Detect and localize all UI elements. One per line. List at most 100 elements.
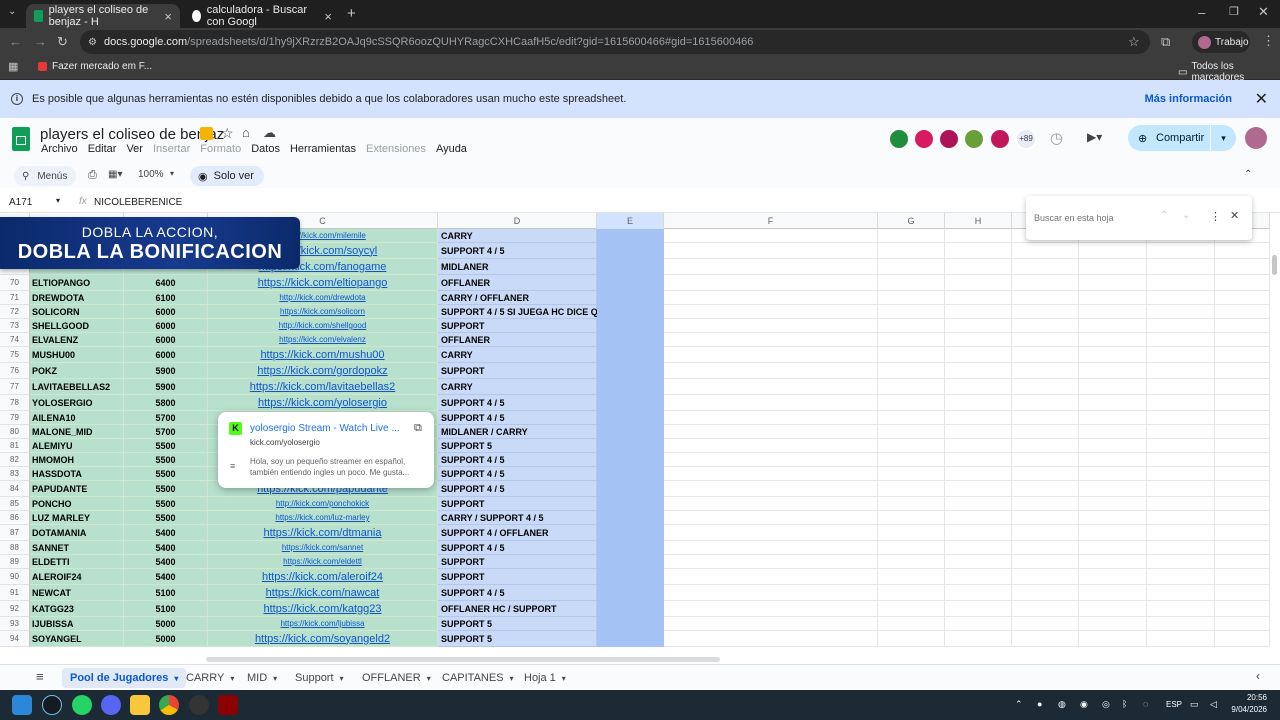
column-e-cell[interactable] xyxy=(597,511,664,525)
role-cell[interactable]: OFFLANER xyxy=(438,275,597,291)
empty-cell[interactable] xyxy=(1215,395,1270,411)
empty-cell[interactable] xyxy=(878,525,945,541)
empty-cell[interactable] xyxy=(1215,617,1270,631)
empty-cell[interactable] xyxy=(1147,395,1215,411)
empty-cell[interactable] xyxy=(878,395,945,411)
empty-cell[interactable] xyxy=(878,631,945,647)
file-explorer-icon[interactable] xyxy=(130,695,150,715)
channel-link-cell[interactable]: https://kick.com/sannet xyxy=(208,541,438,555)
channel-link-cell[interactable]: http://kick.com/shellgood xyxy=(208,319,438,333)
close-window-icon[interactable]: ✕ xyxy=(1258,4,1269,20)
channel-link-cell[interactable]: https://kick.com/katgg23 xyxy=(208,601,438,617)
column-e-cell[interactable] xyxy=(597,395,664,411)
name-box[interactable]: A171 xyxy=(9,197,32,208)
menu-archivo[interactable]: Archivo xyxy=(41,143,78,155)
row-number[interactable]: 93 xyxy=(0,617,30,631)
discord-icon[interactable] xyxy=(101,695,121,715)
column-e-cell[interactable] xyxy=(597,347,664,363)
column-e-cell[interactable] xyxy=(597,453,664,467)
role-cell[interactable]: CARRY xyxy=(438,347,597,363)
empty-cell[interactable] xyxy=(878,617,945,631)
copy-link-icon[interactable]: ⧉ xyxy=(414,422,422,435)
link-preview-card[interactable]: K yolosergio Stream - Watch Live ... ⧉ k… xyxy=(218,412,434,488)
empty-cell[interactable] xyxy=(1012,347,1079,363)
back-icon[interactable]: ← xyxy=(9,34,22,49)
row-number[interactable]: 79 xyxy=(0,411,30,425)
empty-cell[interactable] xyxy=(1147,259,1215,275)
row-number[interactable]: 83 xyxy=(0,467,30,481)
empty-cell[interactable] xyxy=(945,363,1012,379)
empty-cell[interactable] xyxy=(945,243,1012,259)
collaborator-avatar[interactable] xyxy=(938,128,960,150)
role-cell[interactable]: SUPPORT 5 xyxy=(438,439,597,453)
sheet-tab-hoja-1[interactable]: Hoja 1 ▾ xyxy=(516,668,574,688)
channel-link-cell[interactable]: http://kick.com/ponchokick xyxy=(208,497,438,511)
empty-cell[interactable] xyxy=(1215,347,1270,363)
column-e-cell[interactable] xyxy=(597,601,664,617)
role-cell[interactable]: MIDLANER / CARRY xyxy=(438,425,597,439)
browser-tab-google[interactable]: calculadora - Buscar con Googl × xyxy=(184,4,340,28)
sheet-tab-support[interactable]: Support ▾ xyxy=(287,668,352,688)
empty-cell[interactable] xyxy=(1012,305,1079,319)
role-cell[interactable]: SUPPORT 4 / 5 xyxy=(438,411,597,425)
empty-cell[interactable] xyxy=(1079,601,1147,617)
column-e-cell[interactable] xyxy=(597,333,664,347)
empty-cell[interactable] xyxy=(664,511,878,525)
empty-cell[interactable] xyxy=(1079,411,1147,425)
role-cell[interactable]: SUPPORT 4 / 5 xyxy=(438,467,597,481)
role-cell[interactable]: CARRY xyxy=(438,229,597,243)
player-name-cell[interactable]: ALEMIYU xyxy=(30,439,124,453)
mmr-cell[interactable]: 5400 xyxy=(124,569,208,585)
player-name-cell[interactable]: ALEROIF24 xyxy=(30,569,124,585)
empty-cell[interactable] xyxy=(1147,601,1215,617)
empty-cell[interactable] xyxy=(1147,363,1215,379)
row-number[interactable]: 72 xyxy=(0,305,30,319)
empty-cell[interactable] xyxy=(1012,395,1079,411)
empty-cell[interactable] xyxy=(664,305,878,319)
mmr-cell[interactable]: 5800 xyxy=(124,395,208,411)
column-header-h[interactable]: H xyxy=(945,213,1012,229)
empty-cell[interactable] xyxy=(1012,555,1079,569)
empty-cell[interactable] xyxy=(1147,617,1215,631)
player-name-cell[interactable]: DREWDOTA xyxy=(30,291,124,305)
empty-cell[interactable] xyxy=(1147,333,1215,347)
empty-cell[interactable] xyxy=(1215,453,1270,467)
close-tab-icon[interactable]: × xyxy=(324,9,332,24)
dota-icon[interactable] xyxy=(218,695,238,715)
row-number[interactable]: 81 xyxy=(0,439,30,453)
empty-cell[interactable] xyxy=(1012,541,1079,555)
empty-cell[interactable] xyxy=(1079,395,1147,411)
role-cell[interactable]: SUPPORT xyxy=(438,319,597,333)
collapse-toolbar-icon[interactable]: ⌃ xyxy=(1244,169,1252,180)
role-cell[interactable]: SUPPORT 4 / 5 SI JUEGA HC DICE QUE ES 3K xyxy=(438,305,639,319)
empty-cell[interactable] xyxy=(664,497,878,511)
column-e-cell[interactable] xyxy=(597,631,664,647)
empty-cell[interactable] xyxy=(878,319,945,333)
find-previous-icon[interactable]: ⌃ xyxy=(1160,210,1168,221)
share-button[interactable]: ⊕ Compartir ▾ xyxy=(1128,125,1236,151)
empty-cell[interactable] xyxy=(878,555,945,569)
empty-cell[interactable] xyxy=(878,467,945,481)
role-cell[interactable]: SUPPORT 4 / 5 xyxy=(438,453,597,467)
zoom-select[interactable]: 100% xyxy=(138,169,164,180)
zoom-dropdown-icon[interactable]: ▾ xyxy=(170,169,174,178)
tray-app-icon[interactable]: ● xyxy=(1037,699,1042,709)
column-e-cell[interactable] xyxy=(597,569,664,585)
empty-cell[interactable] xyxy=(1079,243,1147,259)
mmr-cell[interactable]: 5700 xyxy=(124,425,208,439)
row-number[interactable]: 71 xyxy=(0,291,30,305)
mmr-cell[interactable]: 6400 xyxy=(124,275,208,291)
role-cell[interactable]: SUPPORT 4 / 5 xyxy=(438,541,597,555)
role-cell[interactable]: SUPPORT xyxy=(438,497,597,511)
scroll-tabs-left-icon[interactable]: ‹ xyxy=(1256,669,1260,683)
empty-cell[interactable] xyxy=(1079,617,1147,631)
channel-link-cell[interactable]: https://kick.com/mushu00 xyxy=(208,347,438,363)
apps-grid-icon[interactable]: ▦ xyxy=(8,60,18,73)
collaborator-avatar[interactable] xyxy=(888,128,910,150)
role-cell[interactable]: SUPPORT 4 / OFFLANER xyxy=(438,525,597,541)
whatsapp-icon[interactable] xyxy=(72,695,92,715)
empty-cell[interactable] xyxy=(945,555,1012,569)
menu-datos[interactable]: Datos xyxy=(251,143,280,155)
empty-cell[interactable] xyxy=(1079,481,1147,497)
column-e-cell[interactable] xyxy=(597,481,664,497)
